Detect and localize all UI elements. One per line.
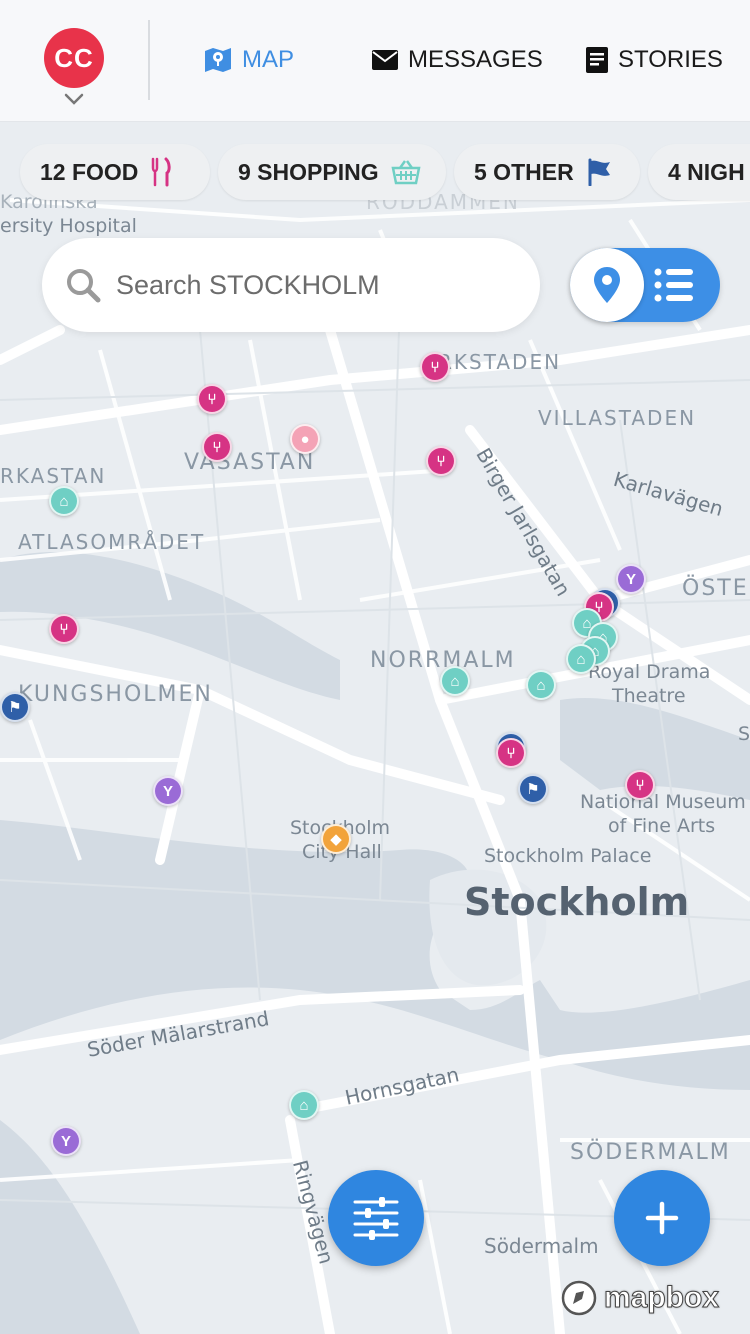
tab-stories[interactable]: STORIES bbox=[586, 42, 723, 78]
shopping-pin[interactable]: ⌂ bbox=[289, 1090, 319, 1120]
shopping-pin[interactable]: ⌂ bbox=[566, 644, 596, 674]
nightlife-pin[interactable]: Y bbox=[51, 1126, 81, 1156]
district-label: NORRMALM bbox=[370, 648, 516, 673]
document-icon bbox=[586, 47, 608, 73]
search-input[interactable]: Search STOCKHOLM bbox=[116, 270, 380, 301]
district-label: ATLASOMRÅDET bbox=[18, 530, 206, 554]
basket-icon bbox=[391, 160, 421, 185]
search-bar[interactable]: Search STOCKHOLM bbox=[42, 238, 540, 332]
poi-label: ersity Hospital bbox=[0, 215, 137, 237]
food-pin[interactable]: ⑂ bbox=[496, 738, 526, 768]
category-chips: 12 FOOD 9 SHOPPING 5 OTHER 4 NIGH bbox=[0, 144, 750, 200]
attribution-text: mapbox bbox=[603, 1281, 720, 1315]
chip-label: 12 FOOD bbox=[40, 158, 139, 185]
tab-label: MESSAGES bbox=[408, 46, 543, 73]
food-pin[interactable]: ⑂ bbox=[49, 614, 79, 644]
list-icon[interactable] bbox=[654, 266, 694, 304]
chip-other[interactable]: 5 OTHER bbox=[454, 144, 640, 200]
tab-label: STORIES bbox=[618, 46, 723, 73]
chip-label: 5 OTHER bbox=[474, 158, 574, 185]
city-label: Stockholm bbox=[464, 880, 690, 924]
tab-label: MAP bbox=[242, 46, 295, 73]
envelope-icon bbox=[372, 50, 398, 70]
food-pin[interactable]: ⑂ bbox=[420, 352, 450, 382]
mapbox-logo[interactable]: mapbox bbox=[560, 1276, 720, 1320]
food-pin[interactable]: ⑂ bbox=[426, 446, 456, 476]
food-pin[interactable]: ⑂ bbox=[202, 432, 232, 462]
district-label: ÖSTE bbox=[682, 576, 749, 601]
poi-label: Stockholm Palace bbox=[484, 845, 652, 867]
chevron-down-icon[interactable] bbox=[64, 92, 84, 106]
other-pin[interactable]: ⚑ bbox=[0, 692, 30, 722]
plus-icon bbox=[645, 1201, 679, 1235]
tab-map[interactable]: MAP bbox=[204, 42, 294, 78]
poi-label: Royal Drama bbox=[588, 661, 711, 683]
district-label: SÖDERMALM bbox=[570, 1140, 731, 1165]
sight-pin[interactable]: ◆ bbox=[321, 824, 351, 854]
location-pin-icon bbox=[594, 267, 620, 303]
mapbox-icon bbox=[561, 1280, 597, 1316]
food-pin[interactable]: ⑂ bbox=[197, 384, 227, 414]
shopping-pin[interactable]: ⌂ bbox=[49, 486, 79, 516]
search-icon bbox=[67, 269, 101, 303]
chip-label: 4 NIGH bbox=[668, 158, 745, 185]
map-view-button[interactable] bbox=[570, 248, 644, 322]
chip-shopping[interactable]: 9 SHOPPING bbox=[218, 144, 446, 200]
shopping-pin[interactable]: ⌂ bbox=[526, 670, 556, 700]
app-root: RKSTADEN VILLASTADEN VASASTAN RKASTAN AT… bbox=[0, 0, 750, 1334]
map-icon bbox=[205, 48, 231, 72]
poi-label: Södermalm bbox=[484, 1234, 599, 1258]
sliders-icon bbox=[353, 1197, 399, 1240]
top-nav-bar: CC MAP MESSAGES STORIES bbox=[0, 0, 750, 122]
district-label: VILLASTADEN bbox=[538, 406, 697, 430]
district-label: RKSTADEN bbox=[438, 350, 562, 374]
poi-label: National Museum bbox=[580, 791, 746, 813]
tab-messages[interactable]: MESSAGES bbox=[372, 42, 543, 78]
nightlife-pin[interactable]: Y bbox=[616, 564, 646, 594]
filter-button[interactable] bbox=[328, 1170, 424, 1266]
view-toggle[interactable] bbox=[570, 248, 720, 322]
flag-icon bbox=[588, 158, 610, 186]
chip-nightlife[interactable]: 4 NIGH bbox=[648, 144, 750, 200]
app-logo[interactable]: CC bbox=[44, 28, 104, 88]
poi-label: S bbox=[738, 723, 750, 745]
cafe-pin[interactable]: ● bbox=[290, 424, 320, 454]
district-label: KUNGSHOLMEN bbox=[18, 682, 213, 707]
poi-label: of Fine Arts bbox=[608, 815, 716, 837]
poi-label: Theatre bbox=[612, 685, 686, 707]
shopping-pin[interactable]: ⌂ bbox=[440, 666, 470, 696]
district-label: RKASTAN bbox=[0, 464, 107, 488]
food-pin[interactable]: ⑂ bbox=[625, 770, 655, 800]
fork-knife-icon bbox=[152, 157, 172, 187]
header-divider bbox=[148, 20, 150, 100]
add-button[interactable] bbox=[614, 1170, 710, 1266]
chip-label: 9 SHOPPING bbox=[238, 158, 379, 185]
chip-food[interactable]: 12 FOOD bbox=[20, 144, 210, 200]
nightlife-pin[interactable]: Y bbox=[153, 776, 183, 806]
map-view[interactable]: RKSTADEN VILLASTADEN VASASTAN RKASTAN AT… bbox=[0, 0, 750, 1334]
other-pin[interactable]: ⚑ bbox=[518, 774, 548, 804]
